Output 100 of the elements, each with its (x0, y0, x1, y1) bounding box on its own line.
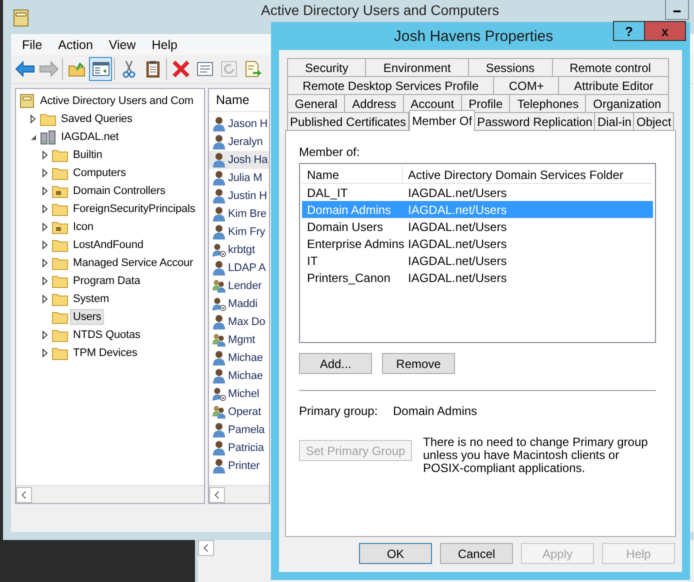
expand-arrow-icon[interactable] (40, 330, 50, 340)
scroll-left-icon[interactable] (209, 486, 225, 502)
menu-item[interactable]: Action (50, 36, 101, 54)
scroll-left-icon[interactable] (16, 486, 32, 502)
help-button[interactable]: ? (613, 21, 645, 41)
list-item[interactable]: Kim Fry (209, 223, 269, 241)
expand-arrow-icon[interactable] (40, 150, 50, 160)
tab[interactable]: Remote Desktop Services Profile (287, 76, 494, 94)
tab[interactable]: Environment (366, 58, 469, 76)
list-item[interactable]: Mgmt (209, 331, 269, 349)
minimize-icon[interactable] (665, 0, 689, 20)
list-item[interactable]: Josh Ha (209, 151, 269, 169)
list-item[interactable]: Operat (209, 403, 269, 421)
expand-arrow-icon[interactable] (28, 114, 38, 124)
tree-item[interactable]: Saved Queries (58, 111, 136, 127)
tree-item[interactable]: TPM Devices (70, 345, 140, 361)
tree-item[interactable]: Active Directory Users and Com (37, 93, 196, 109)
tree-item[interactable]: Users (70, 309, 104, 325)
tab[interactable]: Sessions (468, 58, 553, 76)
window-title: Active Directory Users and Computers (261, 2, 500, 18)
expand-arrow-icon[interactable] (40, 348, 50, 358)
tab[interactable]: Organization (586, 94, 670, 112)
list-item[interactable]: Jason H (209, 115, 269, 133)
tab[interactable]: COM+ (494, 76, 560, 94)
list-item[interactable]: Kim Bre (209, 205, 269, 223)
list-item[interactable]: Julia M (209, 169, 269, 187)
expand-arrow-icon[interactable] (40, 258, 50, 268)
expand-arrow-icon[interactable] (40, 276, 50, 286)
list-item[interactable]: Pamela (209, 421, 269, 439)
group-icon (212, 404, 226, 420)
tab[interactable]: Security (287, 58, 366, 76)
user-icon (212, 440, 226, 456)
list-item[interactable]: Patricia (209, 439, 269, 457)
tree-item[interactable]: Domain Controllers (70, 183, 168, 199)
expand-arrow-icon[interactable] (40, 294, 50, 304)
table-row[interactable]: Enterprise Admins IAGDAL.net/Users (302, 235, 653, 252)
expand-arrow-icon[interactable] (40, 240, 50, 250)
list-item[interactable]: LDAP A (209, 259, 269, 277)
list-button[interactable]: Add... (299, 353, 372, 374)
dialog-button[interactable]: Cancel (440, 543, 513, 564)
expand-arrow-icon[interactable] (40, 168, 50, 178)
menu-item[interactable]: View (100, 36, 144, 54)
folder-icon (52, 148, 68, 162)
tree-item[interactable]: IAGDAL.net (58, 129, 122, 145)
column-header[interactable]: Name (209, 89, 269, 112)
tab[interactable]: Profile (462, 94, 510, 112)
column-header[interactable]: Active Directory Domain Services Folder (403, 166, 624, 183)
group-icon (212, 332, 226, 348)
table-row[interactable]: IT IAGDAL.net/Users (302, 252, 653, 269)
expand-arrow-icon[interactable] (40, 222, 50, 232)
member-of-label: Member of: (299, 145, 361, 159)
close-button[interactable]: x (644, 21, 686, 41)
toolbar-button[interactable] (89, 57, 112, 81)
list-item[interactable]: Michae (209, 367, 269, 385)
list-item[interactable]: Max Do (209, 313, 269, 331)
tab[interactable]: Object (634, 112, 674, 130)
note-text: There is no need to change Primary group unless you have Macintosh clients or POSIX-compliant applications. (423, 436, 649, 475)
tree-item[interactable]: Icon (70, 219, 96, 235)
list-button[interactable]: Remove (382, 353, 455, 374)
tab[interactable]: Published Certificates (287, 112, 410, 130)
tab[interactable]: Address (345, 94, 404, 112)
expand-arrow-icon[interactable] (40, 204, 50, 214)
scroll-left-icon[interactable] (198, 540, 214, 556)
table-row[interactable]: DAL_IT IAGDAL.net/Users (302, 184, 653, 201)
refresh-icon (220, 60, 238, 78)
tab[interactable]: General (287, 94, 346, 112)
list-item[interactable]: Michae (209, 349, 269, 367)
column-header[interactable]: Name (302, 166, 403, 183)
tab[interactable]: Member Of (409, 110, 476, 131)
menu-item[interactable]: Help (144, 36, 186, 54)
tab[interactable]: Remote control (552, 58, 669, 76)
list-item[interactable]: Justin H (209, 187, 269, 205)
tab[interactable]: Attribute Editor (559, 76, 669, 94)
tree-item[interactable]: NTDS Quotas (70, 327, 144, 343)
clipboard-icon (144, 60, 160, 78)
menu-item[interactable]: File (14, 36, 50, 54)
tree-item[interactable]: Program Data (70, 273, 144, 289)
dialog-button[interactable]: OK (359, 543, 432, 564)
folder-icon (52, 328, 68, 342)
tree-item[interactable]: LostAndFound (70, 237, 146, 253)
snapin-icon (13, 9, 29, 27)
tree-item[interactable]: Managed Service Accour (70, 255, 196, 271)
tab[interactable]: Password Replication (475, 112, 596, 130)
tab[interactable]: Dial-in (595, 112, 634, 130)
list-item[interactable]: krbtgt (209, 241, 269, 259)
tree-item[interactable]: Computers (70, 165, 129, 181)
tab[interactable]: Telephones (510, 94, 586, 112)
tree-item[interactable]: ForeignSecurityPrincipals (70, 201, 198, 217)
tree-item[interactable]: System (70, 291, 112, 307)
list-item[interactable]: Lender (209, 277, 269, 295)
disabled-user-icon (212, 386, 226, 402)
expand-arrow-icon[interactable] (40, 186, 50, 196)
table-row[interactable]: Printers_Canon IAGDAL.net/Users (302, 269, 653, 286)
list-item[interactable]: Printer (209, 457, 269, 475)
list-item[interactable]: Jeralyn (209, 133, 269, 151)
list-item[interactable]: Michel (209, 385, 269, 403)
list-item[interactable]: Maddi (209, 295, 269, 313)
table-row[interactable]: Domain Users IAGDAL.net/Users (302, 218, 653, 235)
tree-item[interactable]: Builtin (70, 147, 106, 163)
scissors-icon (120, 60, 136, 78)
